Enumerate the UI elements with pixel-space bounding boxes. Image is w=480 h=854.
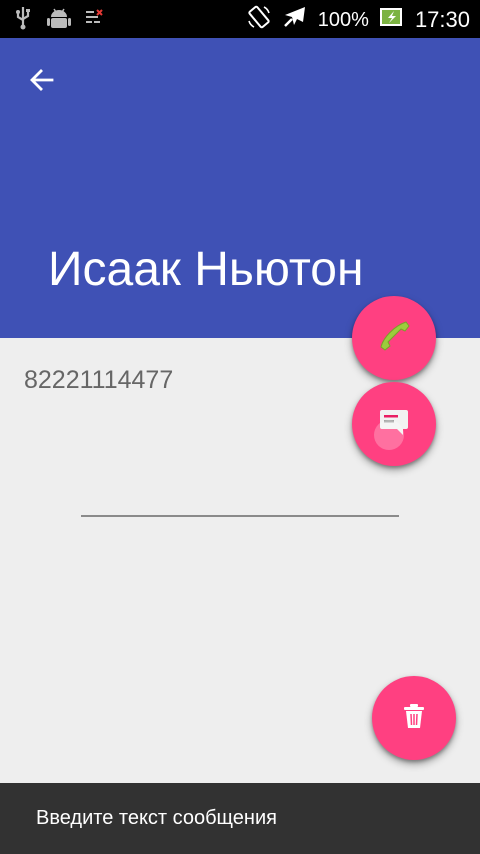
- phone-number[interactable]: 82221114477: [24, 366, 173, 395]
- android-debug-icon: [46, 5, 72, 36]
- snackbar-text: Введите текст сообщения: [36, 807, 277, 829]
- airplane-icon: [282, 4, 308, 35]
- message-button[interactable]: [352, 382, 436, 466]
- snackbar: Введите текст сообщения: [0, 783, 480, 854]
- battery-charging-icon: [379, 6, 405, 33]
- usb-icon: [12, 5, 34, 36]
- arrow-back-icon: [28, 66, 56, 99]
- call-button[interactable]: [352, 296, 436, 380]
- trash-icon: [400, 701, 428, 736]
- back-button[interactable]: [20, 60, 64, 104]
- delete-button[interactable]: [372, 676, 456, 760]
- battery-percent: 100%: [317, 8, 369, 31]
- message-input-underline[interactable]: [81, 515, 399, 517]
- clock: 17:30: [414, 6, 470, 32]
- sim-manager-icon: [84, 8, 106, 33]
- status-bar: 100% 17:30: [0, 0, 480, 38]
- contact-header: Исаак Ньютон: [0, 38, 480, 338]
- rotate-icon: [246, 4, 272, 35]
- touch-ripple: [374, 420, 404, 450]
- contact-name: Исаак Ньютон: [48, 243, 364, 296]
- phone-icon: [374, 316, 414, 361]
